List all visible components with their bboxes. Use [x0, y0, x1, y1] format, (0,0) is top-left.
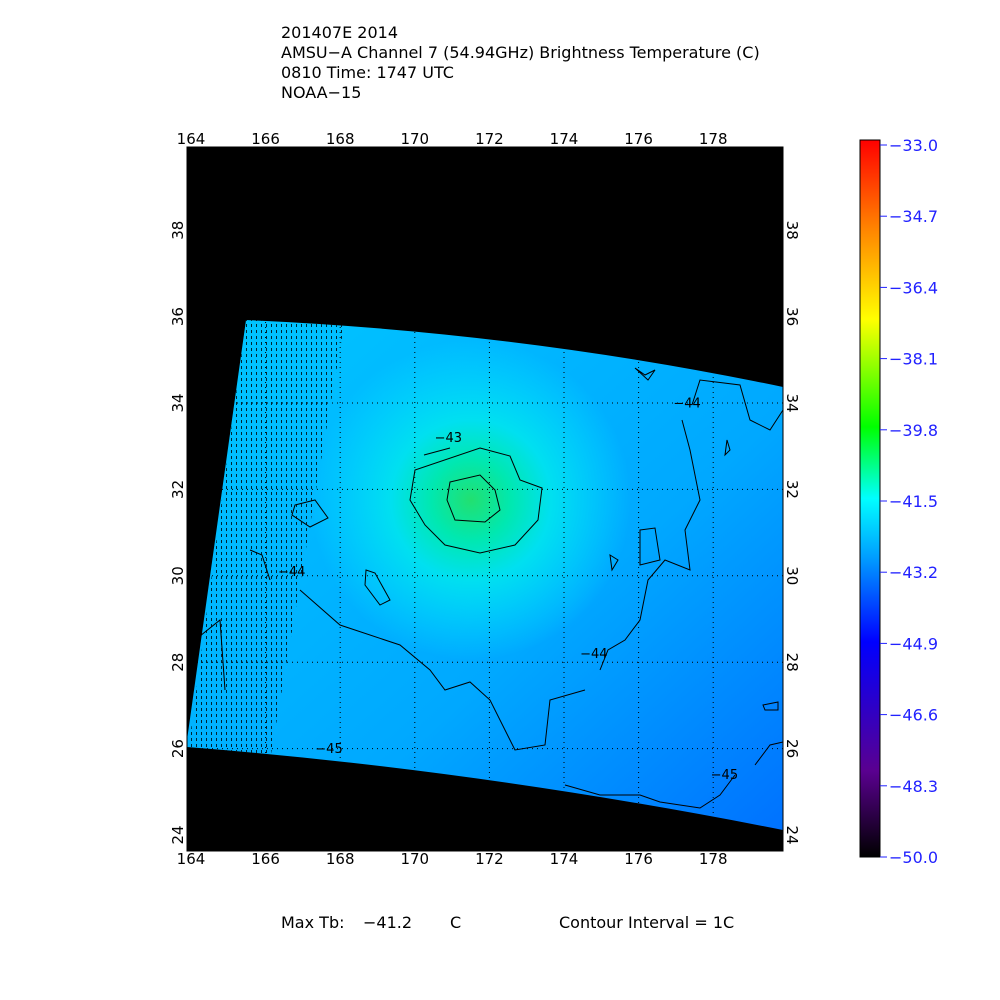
colorbar-tick-label: −39.8 — [889, 421, 938, 440]
max-tb-label: Max Tb: — [281, 913, 345, 932]
brightness-temperature-map: −43 −44 −44 −44 −45 −45 164 164 166 166 168 168 170… — [169, 130, 938, 868]
max-tb-unit: C — [450, 913, 462, 932]
x-tick-label-bottom: 164 — [177, 850, 206, 868]
y-tick-label-left: 36 — [169, 307, 187, 326]
x-tick-label-top: 176 — [624, 130, 653, 148]
colorbar-tick-label: −34.7 — [889, 207, 938, 226]
contour-label: −43 — [435, 431, 462, 446]
y-tick-label-left: 30 — [169, 566, 187, 585]
contour-label: −45 — [711, 768, 738, 783]
y-tick-label-left: 38 — [169, 221, 187, 240]
colorbar-tick-label: −46.6 — [889, 706, 938, 725]
y-tick-label-right: 34 — [783, 393, 801, 412]
y-tick-label-right: 36 — [783, 307, 801, 326]
x-tick-label-bottom: 174 — [550, 850, 579, 868]
x-tick-label-top: 170 — [400, 130, 429, 148]
colorbar-tick-label: −36.4 — [889, 278, 938, 297]
colorbar-tick-label: −50.0 — [889, 848, 938, 867]
colorbar — [859, 139, 881, 858]
x-tick-label-top: 164 — [177, 130, 206, 148]
y-tick-label-left: 32 — [169, 480, 187, 499]
y-tick-label-left: 34 — [169, 393, 187, 412]
y-tick-label-left: 28 — [169, 653, 187, 672]
x-tick-label-top: 166 — [251, 130, 280, 148]
x-tick-label-bottom: 172 — [475, 850, 504, 868]
y-tick-label-right: 30 — [783, 566, 801, 585]
y-tick-label-right: 28 — [783, 653, 801, 672]
colorbar-tick-label: −41.5 — [889, 492, 938, 511]
x-tick-label-bottom: 168 — [326, 850, 355, 868]
contour-interval: Contour Interval = 1C — [559, 913, 735, 932]
y-tick-label-right: 38 — [783, 221, 801, 240]
colorbar-tick-label: −44.9 — [889, 634, 938, 653]
x-tick-label-bottom: 166 — [251, 850, 280, 868]
colorbar-tick-label: −48.3 — [889, 777, 938, 796]
x-tick-label-top: 174 — [550, 130, 579, 148]
x-tick-label-top: 178 — [699, 130, 728, 148]
y-tick-label-left: 26 — [169, 739, 187, 758]
max-tb-value: −41.2 — [363, 913, 413, 932]
x-tick-label-bottom: 178 — [699, 850, 728, 868]
x-tick-label-top: 168 — [326, 130, 355, 148]
y-tick-label-right: 32 — [783, 480, 801, 499]
colorbar-tick-label: −43.2 — [889, 563, 938, 582]
y-tick-label-right: 26 — [783, 739, 801, 758]
x-tick-label-bottom: 176 — [624, 850, 653, 868]
x-tick-label-bottom: 170 — [400, 850, 429, 868]
contour-label: −44 — [278, 565, 305, 580]
colorbar-tick-label: −38.1 — [889, 350, 938, 369]
colorbar-tick-label: −33.0 — [889, 136, 938, 155]
contour-label: −44 — [580, 647, 607, 662]
contour-label: −44 — [673, 396, 700, 411]
y-tick-label-right: 24 — [783, 825, 801, 844]
x-tick-label-top: 172 — [475, 130, 504, 148]
y-tick-label-left: 24 — [169, 825, 187, 844]
contour-label: −45 — [315, 742, 342, 757]
